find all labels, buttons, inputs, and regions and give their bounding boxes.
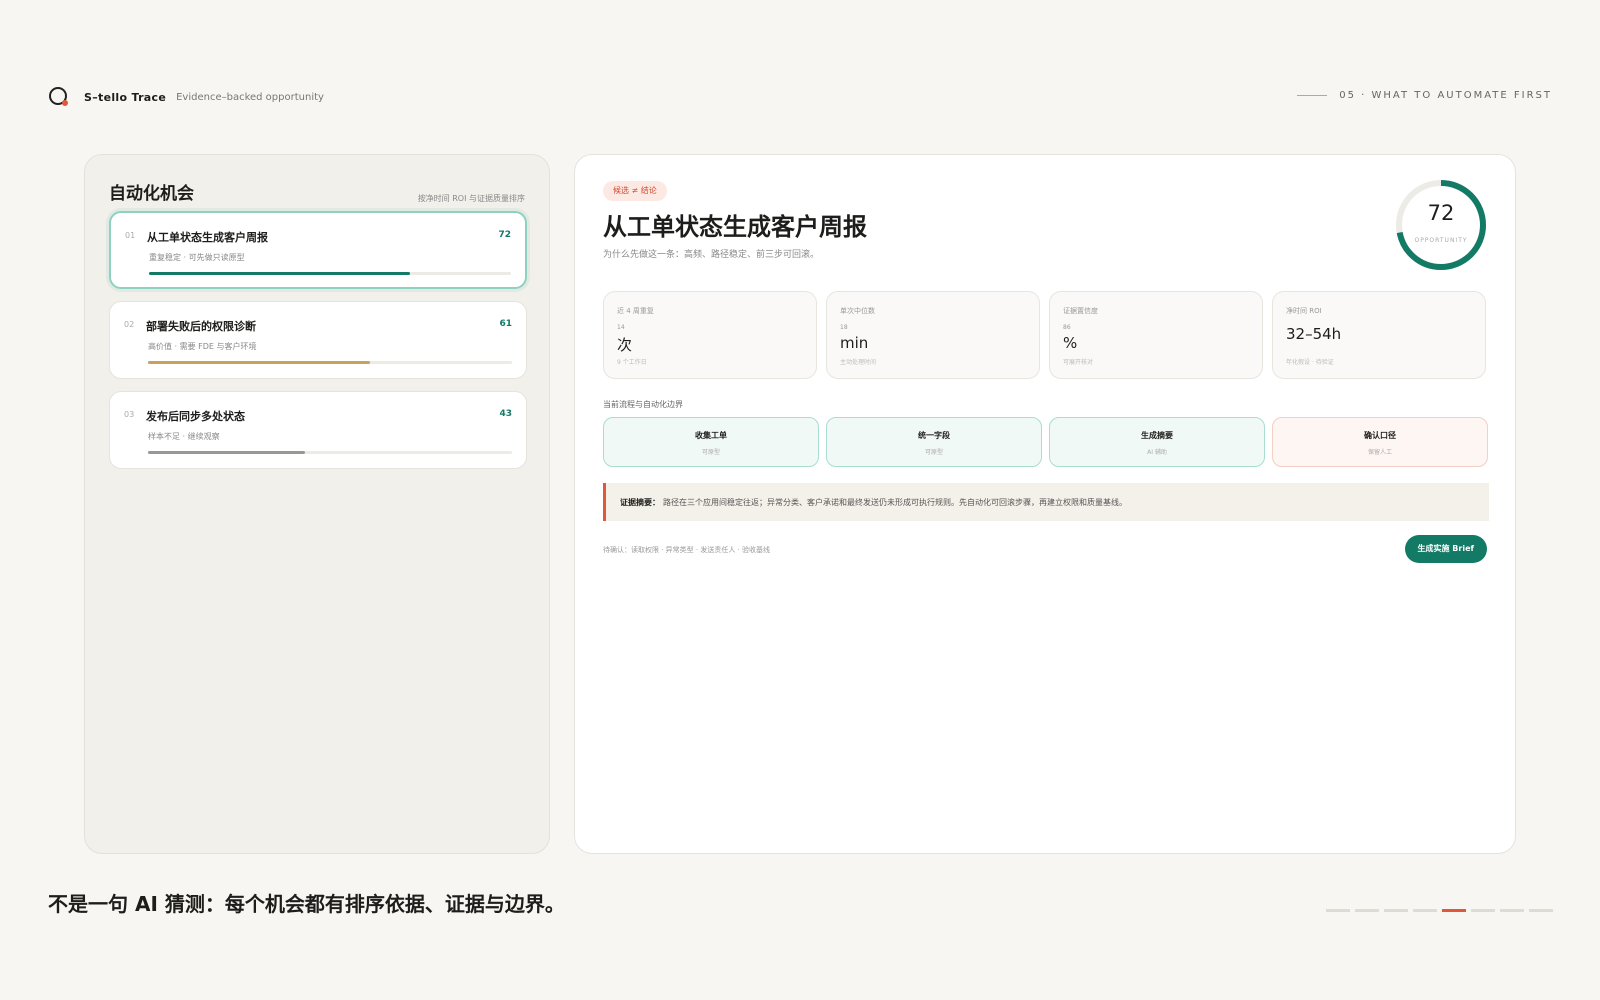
opportunity-card-1[interactable]: 01 从工单状态生成客户周报 72 重复稳定 · 可先做只读原型: [109, 211, 527, 289]
flow-step-note: AI 辅助: [1147, 449, 1167, 456]
metric-value: min: [840, 334, 869, 352]
pager-dot-4[interactable]: [1413, 909, 1437, 912]
opportunity-subtitle: 重复稳定 · 可先做只读原型: [149, 253, 245, 262]
opportunity-score-gauge: 72 OPPORTUNITY: [1393, 177, 1489, 273]
opportunity-subtitle: 高价值 · 需要 FDE 与客户环境: [148, 342, 257, 351]
brand-name: S–tello Trace: [84, 90, 167, 104]
metric-card-repeats: 近 4 周重复 14 次 9 个工作日: [603, 291, 817, 379]
pager-dot-7[interactable]: [1500, 909, 1524, 912]
opportunity-list-panel: 自动化机会 按净时间 ROI 与证据质量排序 01 从工单状态生成客户周报 72…: [84, 154, 550, 854]
flow-step-collect[interactable]: 收集工单 可原型: [603, 417, 819, 467]
opportunity-card-3[interactable]: 03 发布后同步多处状态 43 样本不足 · 继续观察: [109, 391, 527, 469]
opportunity-score: 43: [499, 409, 512, 419]
brand[interactable]: S–tello Trace Evidence–backed opportunit…: [48, 86, 324, 108]
pager-dot-8[interactable]: [1529, 909, 1553, 912]
candidate-tag: 候选 ≠ 结论: [603, 181, 667, 201]
metric-label: 证据置信度: [1063, 307, 1098, 315]
flow-step-name: 收集工单: [695, 431, 727, 440]
metric-number: 14: [617, 324, 625, 331]
opportunity-score: 61: [499, 319, 512, 329]
opportunity-index: 02: [124, 320, 135, 329]
metric-note: 年化假设 · 待验证: [1286, 359, 1334, 366]
opportunity-subtitle: 样本不足 · 继续观察: [148, 432, 220, 441]
flow-step-note: 保留人工: [1367, 449, 1392, 456]
pager-dot-3[interactable]: [1384, 909, 1408, 912]
generate-brief-button[interactable]: 生成实施 Brief: [1404, 535, 1487, 563]
metric-label: 近 4 周重复: [617, 307, 654, 315]
pager-dot-5[interactable]: [1442, 909, 1466, 912]
metric-card-roi: 净时间 ROI 32–54h 年化假设 · 待验证: [1272, 291, 1486, 379]
flow-step-name: 统一字段: [918, 431, 950, 440]
opportunity-name: 从工单状态生成客户周报: [147, 231, 268, 244]
opportunity-name: 发布后同步多处状态: [146, 410, 245, 423]
metric-note: 可展开核对: [1063, 359, 1094, 366]
flow-step-summarize[interactable]: 生成摘要 AI 辅助: [1049, 417, 1265, 467]
panel-title: 自动化机会: [109, 184, 194, 204]
flow-step-confirm[interactable]: 确认口径 保留人工: [1272, 417, 1488, 467]
gauge-label: OPPORTUNITY: [1414, 237, 1468, 244]
flow-step-note: 可原型: [924, 449, 943, 456]
opportunity-progress-track: [149, 272, 511, 275]
evidence-summary: 证据摘要： 路径在三个应用间稳定往返；异常分类、客户承诺和最终发送仍未形成可执行…: [603, 483, 1489, 521]
section-label: 05 · WHAT TO AUTOMATE FIRST: [1339, 90, 1552, 101]
opportunity-detail-panel: 候选 ≠ 结论 从工单状态生成客户周报 为什么先做这一条：高频、路径稳定、前三步…: [574, 154, 1516, 854]
opportunity-progress-fill: [149, 272, 410, 275]
pending-items: 待确认：读取权限 · 异常类型 · 发送责任人 · 验收基线: [603, 546, 771, 554]
evidence-key: 证据摘要：: [620, 498, 660, 507]
opportunity-index: 01: [125, 231, 136, 240]
opportunity-card-2[interactable]: 02 部署失败后的权限诊断 61 高价值 · 需要 FDE 与客户环境: [109, 301, 527, 379]
brand-tagline: Evidence–backed opportunity: [176, 91, 324, 103]
flow-step-name: 确认口径: [1364, 431, 1396, 440]
metric-value: %: [1063, 334, 1078, 352]
opportunity-progress-fill: [148, 451, 305, 454]
pager-dot-2[interactable]: [1355, 909, 1379, 912]
pager-dot-6[interactable]: [1471, 909, 1495, 912]
evidence-text: 路径在三个应用间稳定往返；异常分类、客户承诺和最终发送仍未形成可执行规则。先自动…: [663, 498, 1127, 507]
slide-pager: [1326, 909, 1558, 912]
opportunity-index: 03: [124, 410, 135, 419]
flow-step-name: 生成摘要: [1141, 431, 1173, 440]
flow-step-note: 可原型: [701, 449, 720, 456]
slide-caption: 不是一句 AI 猜测：每个机会都有排序依据、证据与边界。: [48, 892, 565, 916]
divider: [1297, 95, 1328, 96]
sort-note: 按净时间 ROI 与证据质量排序: [417, 194, 525, 203]
top-bar: S–tello Trace Evidence–backed opportunit…: [48, 86, 1552, 108]
metric-card-median: 单次中位数 18 min 主动处理时间: [826, 291, 1040, 379]
logo-icon: [48, 86, 70, 108]
opportunity-progress-track: [148, 451, 512, 454]
gauge-value: 72: [1427, 201, 1455, 225]
flow-step-normalize[interactable]: 统一字段 可原型: [826, 417, 1042, 467]
metric-value: 次: [617, 336, 633, 354]
metric-value: 32–54h: [1286, 325, 1342, 343]
detail-title: 从工单状态生成客户周报: [603, 213, 867, 241]
detail-subtitle: 为什么先做这一条：高频、路径稳定、前三步可回滚。: [603, 250, 820, 260]
opportunity-progress-fill: [148, 361, 371, 364]
opportunity-progress-track: [148, 361, 512, 364]
opportunity-name: 部署失败后的权限诊断: [146, 320, 256, 333]
metric-label: 净时间 ROI: [1286, 307, 1322, 315]
metric-note: 主动处理时间: [840, 359, 877, 366]
metric-card-confidence: 证据置信度 86 % 可展开核对: [1049, 291, 1263, 379]
metric-label: 单次中位数: [840, 307, 875, 315]
pager-dot-1[interactable]: [1326, 909, 1350, 912]
opportunity-score: 72: [498, 230, 511, 240]
metric-number: 86: [1063, 324, 1071, 331]
metric-note: 9 个工作日: [617, 359, 647, 366]
section-indicator: 05 · WHAT TO AUTOMATE FIRST: [1297, 90, 1552, 101]
metric-number: 18: [840, 324, 848, 331]
flow-label: 当前流程与自动化边界: [603, 400, 683, 409]
